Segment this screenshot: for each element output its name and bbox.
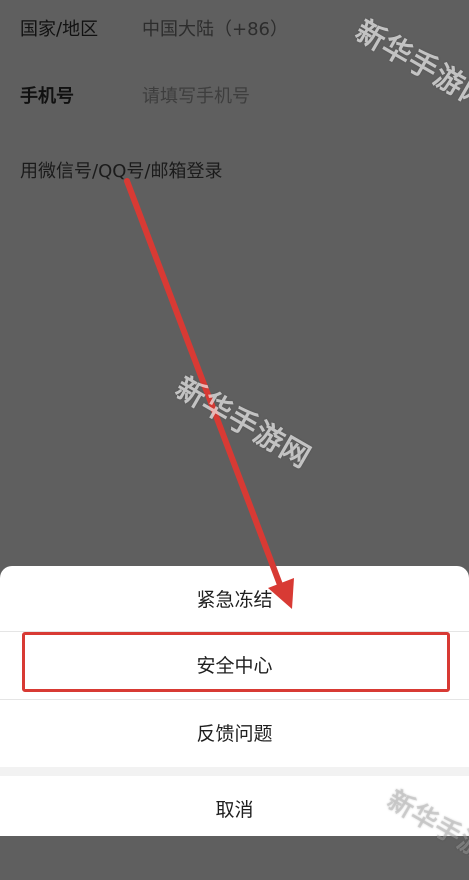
security-center-option[interactable]: 安全中心 xyxy=(0,654,469,678)
cancel-separator xyxy=(0,767,469,776)
emergency-freeze-option[interactable]: 紧急冻结 xyxy=(0,588,469,612)
phone-number-input[interactable]: 请填写手机号 xyxy=(142,85,250,109)
country-region-value[interactable]: 中国大陆（+86） xyxy=(142,18,288,42)
feedback-option[interactable]: 反馈问题 xyxy=(0,722,469,746)
country-region-label: 国家/地区 xyxy=(20,18,98,42)
divider xyxy=(0,699,469,700)
login-form-background: 国家/地区 中国大陆（+86） 手机号 请填写手机号 用微信号/QQ号/邮箱登录 xyxy=(0,0,469,566)
phone-number-label: 手机号 xyxy=(20,85,74,109)
alternate-login-link[interactable]: 用微信号/QQ号/邮箱登录 xyxy=(20,160,222,184)
divider xyxy=(0,631,469,632)
